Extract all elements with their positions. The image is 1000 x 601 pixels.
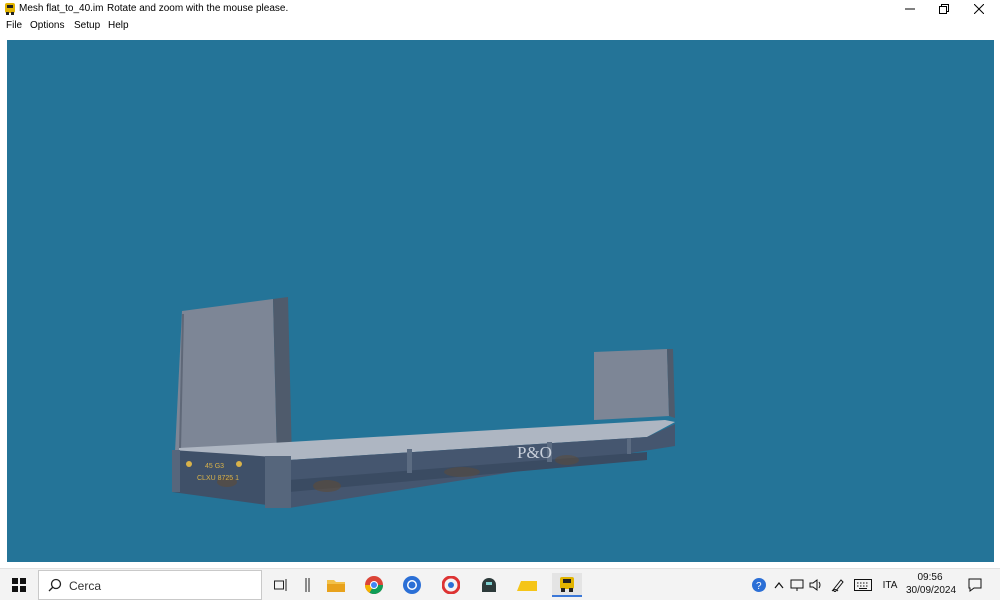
ccleaner-icon (442, 576, 460, 594)
left-end-wall (175, 299, 277, 459)
task-view-icon (274, 579, 287, 591)
notifications-button[interactable] (962, 575, 988, 595)
touch-keyboard-button[interactable] (852, 577, 874, 593)
chrome-icon (365, 576, 383, 594)
brand-logo-text: P&O (517, 443, 552, 462)
restore-button[interactable] (927, 0, 961, 18)
app-window: Mesh flat_to_40.im Rotate and zoom with … (0, 0, 1000, 568)
volume-button[interactable] (808, 577, 824, 593)
help-icon: ? (752, 578, 766, 592)
notification-icon (968, 578, 982, 592)
keyboard-icon (854, 579, 872, 591)
mesh-viewer-taskbar-button[interactable] (552, 573, 582, 597)
svg-text:?: ? (756, 581, 762, 592)
menu-setup[interactable]: Setup (74, 20, 100, 31)
right-end-wall (594, 349, 669, 420)
panel-label-1: 45 G3 (205, 463, 224, 470)
cheese-icon (517, 581, 537, 591)
menu-bar: File Options Setup Help (0, 18, 1000, 34)
folder-icon (327, 580, 345, 592)
clock-date[interactable]: 30/09/2024 (906, 585, 956, 596)
divider-icon (305, 578, 310, 592)
panel-label-2: CLXU 8725 1 (197, 475, 239, 482)
window-title: Mesh flat_to_40.im (19, 3, 104, 14)
minimize-button[interactable] (893, 0, 927, 18)
clock-time[interactable]: 09:56 (906, 572, 954, 583)
language-indicator[interactable]: ITA (878, 577, 902, 593)
widgets-button[interactable] (294, 573, 320, 597)
search-input[interactable]: Cerca (38, 570, 262, 600)
flatrack-container-model: P&O 45 G3 CLXU 8725 1 (172, 297, 675, 508)
task-view-button[interactable] (268, 573, 294, 597)
show-hidden-icons-button[interactable] (772, 577, 786, 593)
helmet-icon (482, 578, 496, 592)
menu-help[interactable]: Help (108, 20, 129, 31)
close-button[interactable] (962, 0, 996, 18)
pen-button[interactable] (829, 577, 847, 593)
app-logo-icon (560, 577, 574, 592)
close-icon (974, 4, 984, 14)
browser-button[interactable] (399, 573, 425, 597)
title-bar: Mesh flat_to_40.im Rotate and zoom with … (0, 0, 1000, 18)
app-button-3[interactable] (514, 573, 540, 597)
chevron-up-icon (774, 582, 784, 589)
speaker-icon (809, 579, 821, 591)
minimize-icon (905, 8, 915, 10)
search-icon (48, 578, 62, 592)
menu-options[interactable]: Options (30, 20, 64, 31)
network-icon (790, 579, 804, 591)
firefox-icon (403, 576, 421, 594)
start-button[interactable] (0, 569, 38, 601)
windows-logo-icon (12, 578, 26, 592)
search-placeholder: Cerca (69, 579, 102, 593)
app-button-1[interactable] (438, 573, 464, 597)
menu-file[interactable]: File (6, 20, 22, 31)
taskbar: Cerca ? ITA 09:56 30/09/2024 (0, 568, 1000, 600)
app-logo-icon (5, 3, 15, 15)
window-hint: Rotate and zoom with the mouse please. (107, 3, 289, 14)
pen-icon (831, 579, 844, 592)
network-button[interactable] (789, 577, 805, 593)
3d-viewport[interactable]: P&O 45 G3 CLXU 8725 1 (7, 40, 994, 562)
restore-icon (939, 4, 949, 14)
file-explorer-button[interactable] (323, 573, 349, 597)
chrome-button[interactable] (361, 573, 387, 597)
help-tray-button[interactable]: ? (750, 577, 768, 593)
app-button-2[interactable] (476, 573, 502, 597)
